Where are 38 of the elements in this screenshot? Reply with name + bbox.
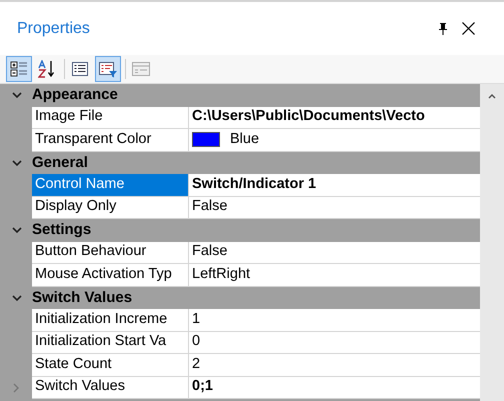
property-value[interactable]: Blue <box>230 129 260 151</box>
category-label: Switch Values <box>32 288 132 308</box>
property-value[interactable]: False <box>192 242 228 264</box>
chevron-icon[interactable] <box>12 158 22 168</box>
property-value[interactable]: False <box>192 196 228 218</box>
toolbar-button[interactable] <box>95 56 121 82</box>
category-label: Settings <box>32 220 92 240</box>
property-name[interactable]: Initialization Start Va <box>32 332 189 354</box>
property-value[interactable]: 0 <box>192 332 200 354</box>
categorized-icon <box>10 60 28 78</box>
property-name[interactable]: Button Behaviour <box>32 242 189 264</box>
toolbar-button[interactable] <box>6 56 32 82</box>
panel-title: Properties <box>17 18 90 38</box>
list-filter-icon <box>98 60 118 78</box>
property-name[interactable]: Control Name <box>32 174 189 196</box>
property-name[interactable]: State Count <box>32 354 189 376</box>
sort-az-icon <box>38 60 56 78</box>
category-label: General <box>32 152 88 172</box>
property-name[interactable]: Transparent Color <box>32 129 189 152</box>
close-icon[interactable] <box>462 22 475 35</box>
property-name[interactable]: Switch Values <box>32 376 189 399</box>
category-label: Appearance <box>32 85 118 105</box>
chevron-icon[interactable] <box>12 90 22 100</box>
property-name[interactable]: Image File <box>32 106 189 129</box>
scrollbar[interactable] <box>480 84 504 401</box>
chevron-icon[interactable] <box>12 225 22 236</box>
scroll-up-icon[interactable] <box>487 92 497 100</box>
chevron-icon[interactable] <box>12 292 22 303</box>
property-name[interactable]: Display Only <box>32 196 189 219</box>
pages-icon <box>131 60 151 78</box>
property-value[interactable]: 0;1 <box>192 376 213 398</box>
property-value[interactable]: 2 <box>192 354 200 376</box>
list-icon <box>71 60 89 78</box>
property-name[interactable]: Initialization Increme <box>32 309 189 332</box>
property-value[interactable]: 1 <box>192 309 200 331</box>
property-value[interactable]: LeftRight <box>192 264 250 286</box>
property-name[interactable]: Mouse Activation Typ <box>32 264 189 286</box>
pin-icon[interactable] <box>438 22 448 34</box>
